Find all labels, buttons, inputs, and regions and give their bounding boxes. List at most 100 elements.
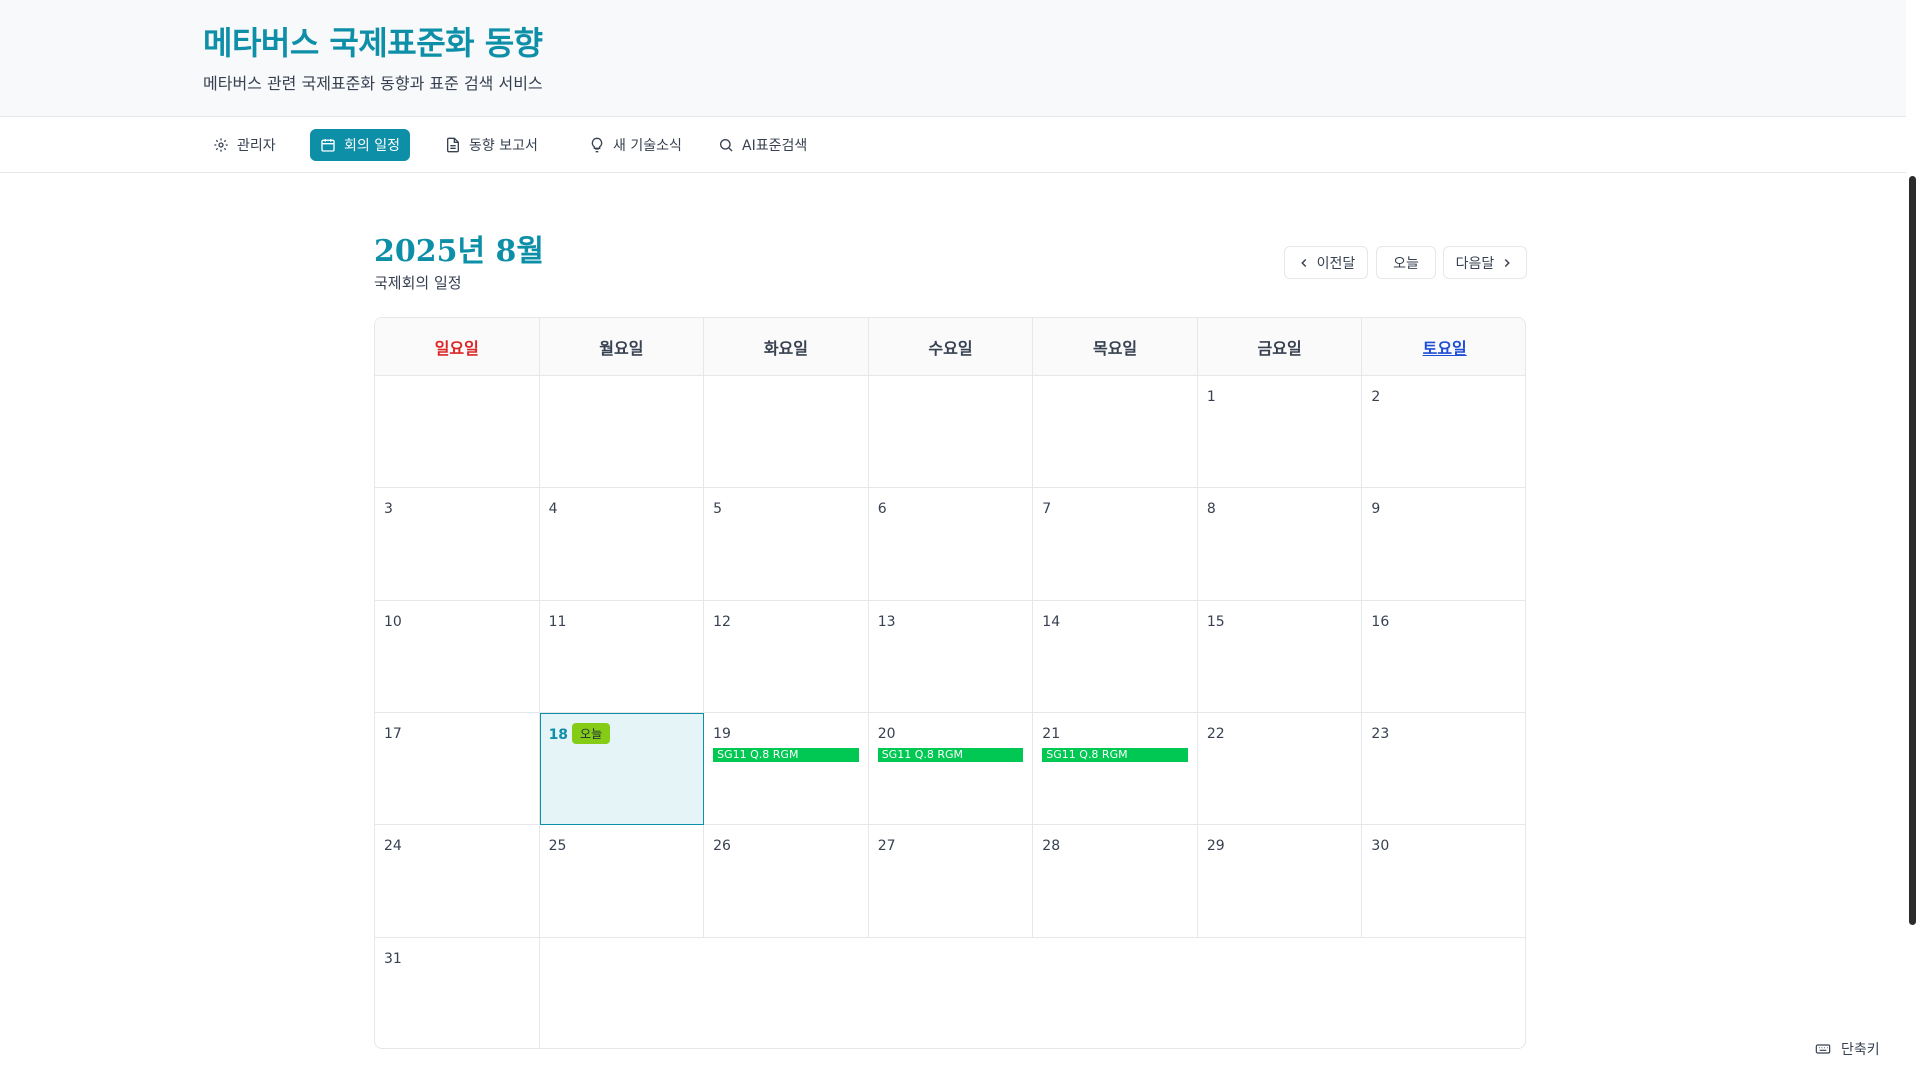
calendar-day[interactable]: 23 <box>1362 713 1525 826</box>
calendar-day[interactable]: 7 <box>1033 488 1198 601</box>
calendar-day[interactable]: 17 <box>375 713 540 826</box>
weekday-saturday: 토요일 <box>1422 338 1467 358</box>
calendar-day[interactable]: 19 SG11 Q.8 RGM <box>704 713 869 826</box>
day-number: 19 <box>713 726 731 742</box>
calendar-day[interactable]: 26 <box>704 825 869 938</box>
day-number: 9 <box>1371 501 1381 518</box>
nav-item-reports[interactable]: 동향 보고서 <box>435 129 548 161</box>
calendar-day[interactable]: 16 <box>1362 601 1525 713</box>
day-number: 26 <box>713 838 731 855</box>
calendar-event[interactable]: SG11 Q.8 RGM <box>1042 748 1188 762</box>
day-number: 31 <box>384 950 402 967</box>
nav-item-meetings[interactable]: 회의 일정 <box>310 129 410 161</box>
calendar-day[interactable]: 4 <box>539 488 705 601</box>
calendar-empty-cell <box>539 376 705 489</box>
nav-item-label: 새 기술소식 <box>613 138 682 154</box>
calendar-day[interactable]: 25 <box>539 825 705 938</box>
day-number: 21 <box>1042 726 1061 742</box>
day-number: 28 <box>1042 838 1061 855</box>
chevron-right-icon <box>1505 258 1511 267</box>
calendar-event[interactable]: SG11 Q.8 RGM <box>877 748 1024 762</box>
calendar-event[interactable]: SG11 Q.8 RGM <box>713 748 859 762</box>
weekday-tuesday: 화요일 <box>704 318 869 375</box>
weekday-monday: 월요일 <box>540 318 705 375</box>
calendar-day[interactable]: 15 <box>1197 600 1363 713</box>
calendar-day[interactable]: 1 <box>1197 376 1363 489</box>
day-number: 17 <box>384 726 402 742</box>
calendar-day-today[interactable]: 18 오늘 <box>539 713 705 826</box>
day-number: 23 <box>1371 726 1390 742</box>
day-number: 24 <box>384 838 402 855</box>
calendar-day[interactable]: 12 <box>704 600 869 713</box>
calendar-day-grid: 1 2 3 4 5 6 7 8 9 10 11 12 13 14 15 16 17 18 오늘 19 SG11 Q.8 … <box>375 376 1525 1048</box>
day-number: 1 <box>1206 389 1216 405</box>
search-icon <box>720 139 733 152</box>
day-number: 29 <box>1206 838 1225 855</box>
calendar-day[interactable]: 27 <box>868 825 1034 938</box>
day-number: 27 <box>877 838 896 855</box>
nav-item-tech-news[interactable]: 새 기술소식 <box>579 129 692 161</box>
page-scrollbar[interactable] <box>1906 0 1920 1080</box>
calendar-day[interactable]: 5 <box>704 488 869 601</box>
day-number: 20 <box>877 726 896 742</box>
calendar-day[interactable]: 3 <box>375 488 540 601</box>
calendar-empty-cell <box>704 376 869 489</box>
chevron-left-icon <box>1300 258 1306 267</box>
calendar-day[interactable]: 30 <box>1362 825 1525 938</box>
nav-item-label: 관리자 <box>237 138 276 154</box>
calendar-day[interactable]: 28 <box>1033 825 1198 938</box>
calendar-day[interactable]: 21 SG11 Q.8 RGM <box>1033 713 1198 826</box>
nav-item-admin[interactable]: 관리자 <box>203 129 286 161</box>
day-number: 30 <box>1371 838 1390 855</box>
shortcut-label: 단축키 <box>1841 1042 1880 1058</box>
calendar-day[interactable]: 31 <box>375 937 540 1048</box>
prev-month-button[interactable]: 이전달 <box>1284 246 1368 279</box>
calendar-day[interactable]: 8 <box>1197 488 1363 601</box>
calendar-empty-cell <box>1033 376 1198 489</box>
calendar-day[interactable]: 22 <box>1197 713 1363 826</box>
calendar-day[interactable]: 24 <box>375 825 540 938</box>
day-number: 3 <box>384 501 393 518</box>
calendar-day[interactable]: 10 <box>375 600 540 713</box>
today-button-label: 오늘 <box>1393 255 1419 272</box>
calendar-day[interactable]: 29 <box>1197 825 1363 938</box>
calendar-day[interactable]: 6 <box>868 488 1034 601</box>
today-button[interactable]: 오늘 <box>1376 246 1436 279</box>
day-number: 10 <box>384 613 402 630</box>
app-title: 메타버스 국제표준화 동향 <box>203 24 543 62</box>
day-number: 7 <box>1042 501 1052 518</box>
calendar-day[interactable]: 14 <box>1033 600 1198 713</box>
nav-item-label: 동향 보고서 <box>469 138 538 154</box>
next-month-button[interactable]: 다음달 <box>1443 246 1527 279</box>
app-header: 메타버스 국제표준화 동향 메타버스 관련 국제표준화 동향과 표준 검색 서비… <box>0 0 1906 117</box>
day-number: 4 <box>548 501 558 518</box>
shortcut-button[interactable]: 단축키 <box>1815 1038 1880 1060</box>
main-nav: 관리자 회의 일정 동향 보고서 새 기술소식 AI표준검색 <box>0 118 1906 173</box>
nav-item-label: AI표준검색 <box>742 138 808 154</box>
calendar-day[interactable]: 9 <box>1362 488 1525 601</box>
calendar-subtitle: 국제회의 일정 <box>374 274 462 292</box>
day-number: 22 <box>1206 726 1225 742</box>
month-calendar: 일요일 월요일 화요일 수요일 목요일 금요일 토요일 1 2 3 4 5 6 7 8 9 10 1… <box>374 317 1526 1049</box>
next-month-label: 다음달 <box>1455 255 1495 272</box>
today-badge: 오늘 <box>572 723 611 744</box>
day-number: 15 <box>1206 613 1225 630</box>
weekday-wednesday: 수요일 <box>869 318 1034 375</box>
nav-item-label: 회의 일정 <box>344 138 400 154</box>
calendar-day[interactable]: 11 <box>539 600 705 713</box>
scrollbar-thumb[interactable] <box>1909 176 1916 925</box>
day-number: 5 <box>713 501 723 518</box>
calendar-day[interactable]: 2 <box>1362 376 1525 489</box>
weekday-friday: 금요일 <box>1198 318 1363 375</box>
keyboard-icon <box>1815 1044 1831 1054</box>
day-number: 8 <box>1206 501 1216 518</box>
day-number: 2 <box>1371 389 1381 405</box>
calendar-day[interactable]: 13 <box>868 600 1034 713</box>
day-number: 12 <box>713 613 731 630</box>
calendar-day[interactable]: 20 SG11 Q.8 RGM <box>868 713 1034 826</box>
day-number: 16 <box>1371 613 1390 630</box>
gear-icon <box>214 138 228 152</box>
app-subtitle: 메타버스 관련 국제표준화 동향과 표준 검색 서비스 <box>203 74 543 93</box>
weekday-thursday: 목요일 <box>1033 318 1198 375</box>
nav-item-ai-search[interactable]: AI표준검색 <box>708 129 817 161</box>
